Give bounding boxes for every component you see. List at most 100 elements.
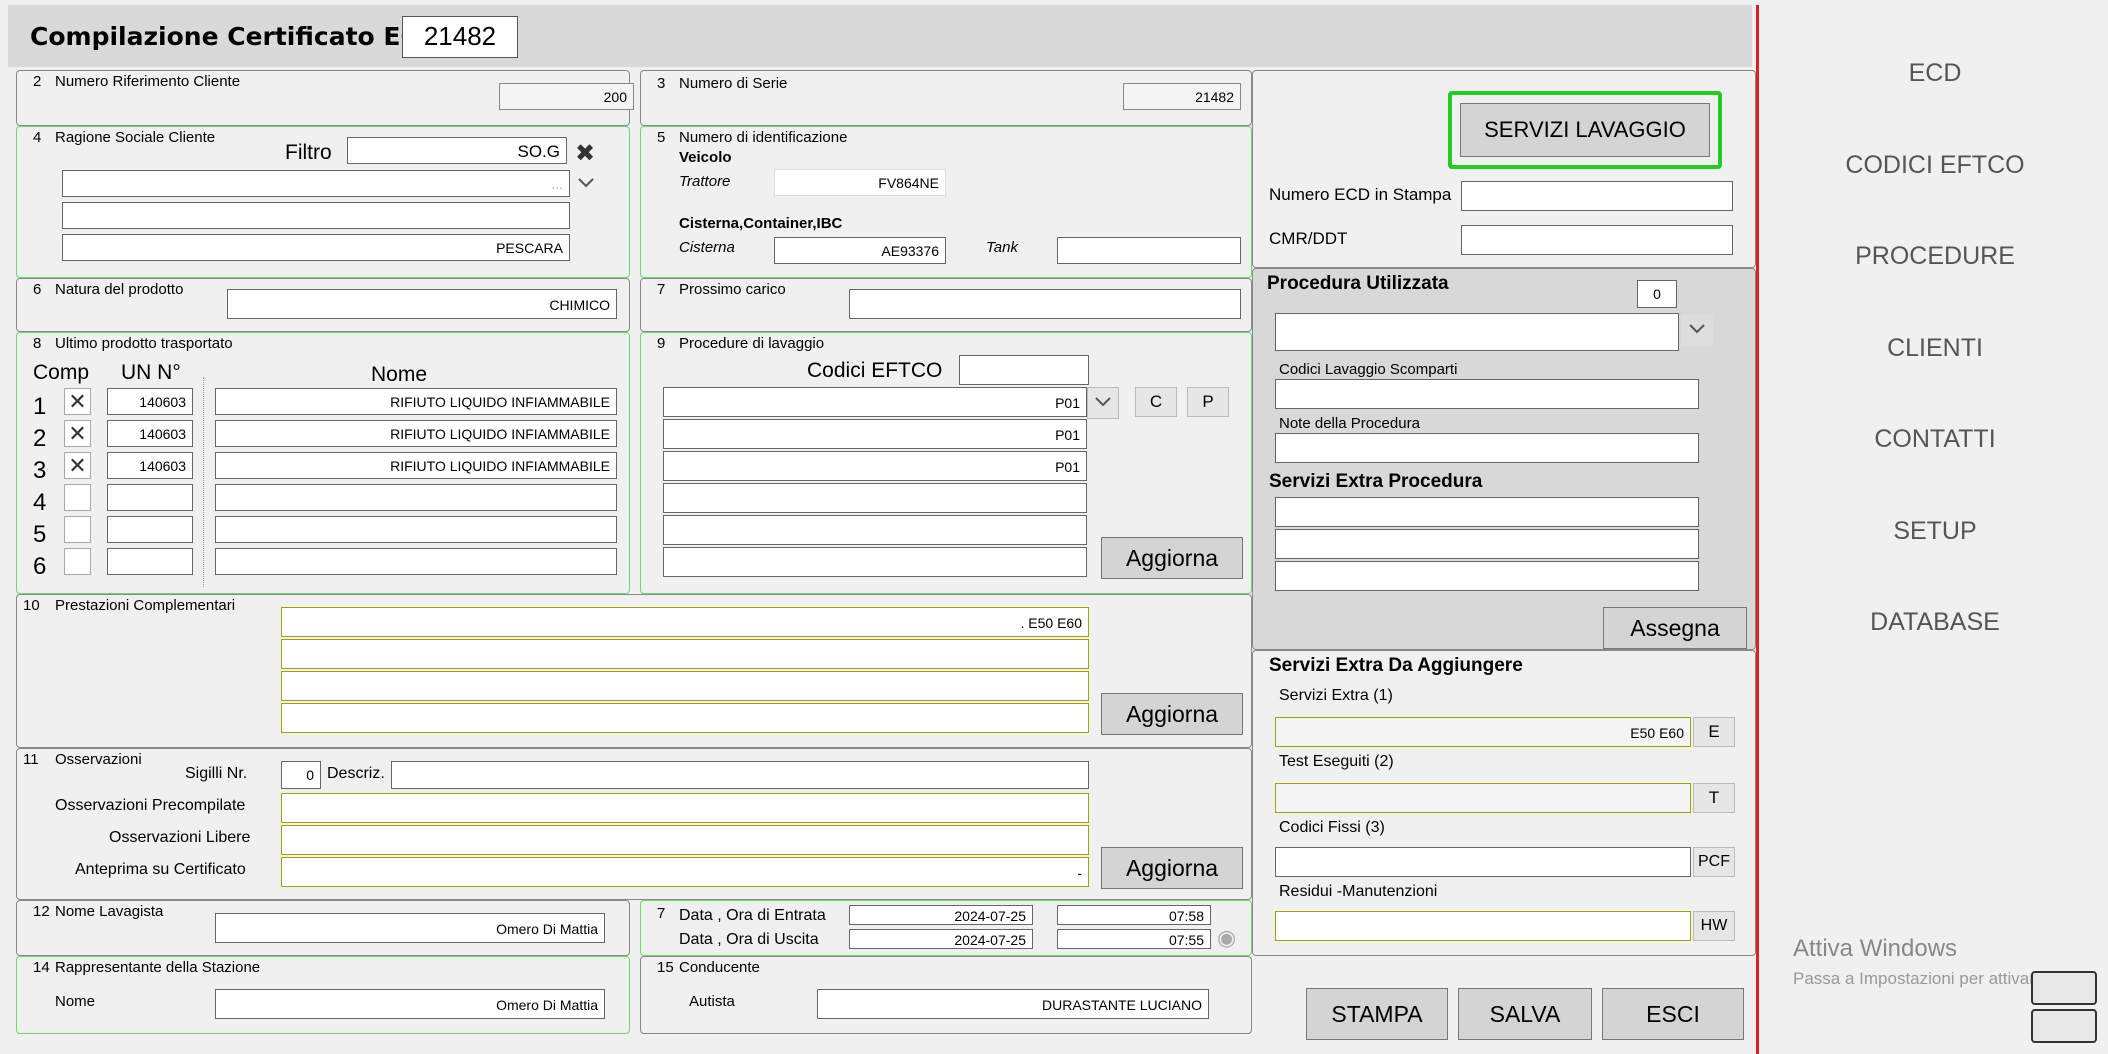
row-checkbox[interactable]: ✕ <box>64 452 91 479</box>
client-address-field[interactable] <box>62 202 570 229</box>
un-number-field[interactable]: 140603 <box>107 452 193 479</box>
product-name-field[interactable]: RIFIUTO LIQUIDO INFIAMMABILE <box>215 420 617 447</box>
client-reference-field[interactable]: 200 <box>499 83 634 110</box>
un-number-field[interactable]: 140603 <box>107 388 193 415</box>
complementary-service-field-2[interactable] <box>281 639 1089 669</box>
tractor-plate-field[interactable]: FV864NE <box>774 169 946 196</box>
filter-input[interactable]: SO.G <box>347 137 567 164</box>
extra-service-field-1[interactable] <box>1275 497 1699 527</box>
exit-time-field[interactable]: 07:55 <box>1057 929 1211 949</box>
description-field[interactable] <box>391 761 1089 789</box>
sidebar-item-ecd[interactable]: ECD <box>1759 59 2108 88</box>
extra-services-1-field[interactable]: E50 E60 <box>1275 717 1691 747</box>
ecd-print-field[interactable] <box>1461 181 1733 211</box>
sidebar-item-clienti[interactable]: CLIENTI <box>1759 334 2108 363</box>
product-name-field[interactable] <box>215 484 617 511</box>
free-observations-field[interactable] <box>281 825 1089 855</box>
representative-name-field[interactable]: Omero Di Mattia <box>215 989 605 1019</box>
procedure-code-field-5[interactable] <box>663 515 1087 545</box>
product-name-field[interactable]: RIFIUTO LIQUIDO INFIAMMABILE <box>215 452 617 479</box>
tests-performed-field[interactable] <box>1275 783 1691 813</box>
chevron-down-icon <box>1095 397 1111 407</box>
product-name-field[interactable] <box>215 516 617 543</box>
procedure-select[interactable] <box>1275 313 1679 351</box>
extra-services-e-button[interactable]: E <box>1693 717 1735 747</box>
row-checkbox[interactable] <box>64 484 91 511</box>
product-nature-field[interactable]: CHIMICO <box>227 289 617 319</box>
window-thumbnail-1[interactable] <box>2031 971 2097 1005</box>
clock-icon[interactable]: ◉ <box>1217 925 1236 951</box>
entry-date-field[interactable]: 2024-07-25 <box>849 905 1033 925</box>
aggiorna-procedures-button[interactable]: Aggiorna <box>1101 537 1243 579</box>
client-city-field[interactable]: PESCARA <box>62 234 570 261</box>
clear-filter-icon[interactable]: ✖ <box>575 139 595 168</box>
servizi-lavaggio-button[interactable]: SERVIZI LAVAGGIO <box>1460 103 1710 157</box>
extra-service-field-3[interactable] <box>1275 561 1699 591</box>
row-number: 4 <box>33 489 47 516</box>
tests-t-button[interactable]: T <box>1693 783 1735 813</box>
exit-date-field[interactable]: 2024-07-25 <box>849 929 1033 949</box>
complementary-service-field-4[interactable] <box>281 703 1089 733</box>
procedure-code-field-2[interactable]: P01 <box>663 419 1087 449</box>
extra-service-field-2[interactable] <box>1275 529 1699 559</box>
p-button[interactable]: P <box>1187 387 1229 417</box>
sidebar-item-database[interactable]: DATABASE <box>1759 608 2108 637</box>
c-button[interactable]: C <box>1135 387 1177 417</box>
driver-name-field[interactable]: DURASTANTE LUCIANO <box>817 989 1209 1019</box>
esci-button[interactable]: ESCI <box>1602 988 1744 1040</box>
fixed-codes-pcf-button[interactable]: PCF <box>1693 847 1735 877</box>
row-number: 2 <box>33 425 47 452</box>
seals-number-field[interactable]: 0 <box>281 761 321 789</box>
client-name-select[interactable]: ... <box>62 170 570 197</box>
sidebar-item-setup[interactable]: SETUP <box>1759 517 2108 546</box>
row-checkbox[interactable]: ✕ <box>64 420 91 447</box>
un-number-field[interactable] <box>107 484 193 511</box>
serial-number-field[interactable]: 21482 <box>1123 83 1241 110</box>
procedure-code-dropdown[interactable] <box>1087 387 1119 419</box>
procedure-note-field[interactable] <box>1275 433 1699 463</box>
row-checkbox[interactable] <box>64 516 91 543</box>
aggiorna-observations-button[interactable]: Aggiorna <box>1101 847 1243 889</box>
cmr-field[interactable] <box>1461 225 1733 255</box>
un-number-field[interactable] <box>107 548 193 575</box>
sidebar-item-procedure[interactable]: PROCEDURE <box>1759 242 2108 271</box>
complementary-service-field-3[interactable] <box>281 671 1089 701</box>
aggiorna-services-button[interactable]: Aggiorna <box>1101 693 1243 735</box>
washer-name-field[interactable]: Omero Di Mattia <box>215 913 605 943</box>
product-name-field[interactable]: RIFIUTO LIQUIDO INFIAMMABILE <box>215 388 617 415</box>
compartment-codes-field[interactable] <box>1275 379 1699 409</box>
sidebar-item-codici-eftco[interactable]: CODICI EFTCO <box>1759 151 2108 180</box>
residues-maintenance-field[interactable] <box>1275 911 1691 941</box>
procedure-dropdown-button[interactable] <box>1681 315 1713 347</box>
un-number-field[interactable] <box>107 516 193 543</box>
extra-services-1-label: Servizi Extra (1) <box>1279 687 1393 704</box>
eftco-codes-field[interactable] <box>959 355 1089 385</box>
assegna-button[interactable]: Assegna <box>1603 607 1747 649</box>
section-number: 5 <box>657 129 666 146</box>
comp-column-header: Comp <box>33 361 90 384</box>
panel-next-load: 7 Prossimo carico <box>640 278 1252 332</box>
precompiled-observations-field[interactable] <box>281 793 1089 823</box>
procedure-code-field-3[interactable]: P01 <box>663 451 1087 481</box>
fixed-codes-field[interactable] <box>1275 847 1691 877</box>
window-thumbnail-2[interactable] <box>2031 1009 2097 1043</box>
next-load-field[interactable] <box>849 289 1241 319</box>
un-number-field[interactable]: 140603 <box>107 420 193 447</box>
tank-field[interactable] <box>1057 237 1241 264</box>
entry-time-field[interactable]: 07:58 <box>1057 905 1211 925</box>
salva-button[interactable]: SALVA <box>1458 988 1592 1040</box>
product-name-field[interactable] <box>215 548 617 575</box>
procedure-code-field-6[interactable] <box>663 547 1087 577</box>
client-dropdown-button[interactable] <box>570 169 602 201</box>
cisterna-plate-field[interactable]: AE93376 <box>774 237 946 264</box>
certificate-preview-field[interactable]: - <box>281 857 1089 887</box>
row-checkbox[interactable]: ✕ <box>64 388 91 415</box>
residues-hw-button[interactable]: HW <box>1693 911 1735 941</box>
procedure-code-field-4[interactable] <box>663 483 1087 513</box>
procedure-code-field-1[interactable]: P01 <box>663 387 1087 417</box>
panel-procedure: Procedura Utilizzata 0 Codici Lavaggio S… <box>1252 268 1756 650</box>
sidebar-item-contatti[interactable]: CONTATTI <box>1759 425 2108 454</box>
stampa-button[interactable]: STAMPA <box>1306 988 1448 1040</box>
row-checkbox[interactable] <box>64 548 91 575</box>
complementary-service-field-1[interactable]: . E50 E60 <box>281 607 1089 637</box>
